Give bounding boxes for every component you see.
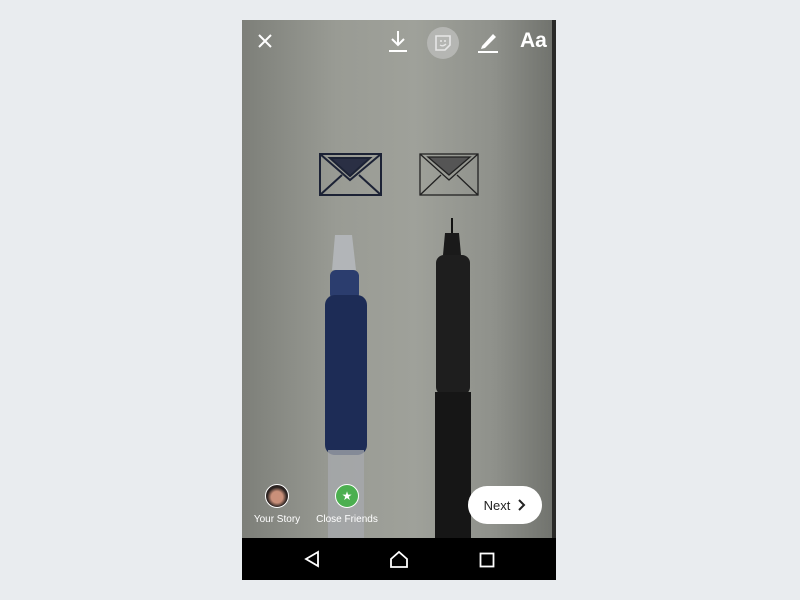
- close-friends-button[interactable]: ★ Close Friends: [307, 484, 387, 525]
- next-label: Next: [483, 497, 511, 513]
- chevron-right-icon: [518, 499, 526, 511]
- black-pen: [435, 218, 471, 538]
- story-editor: Aa Your Story ★ Close Friends Next: [242, 20, 556, 580]
- text-tool-button[interactable]: Aa: [520, 29, 547, 53]
- back-icon[interactable]: [304, 550, 320, 568]
- photo-canvas: [242, 20, 556, 538]
- star-icon: ★: [335, 484, 359, 508]
- sticker-icon: [435, 35, 451, 51]
- download-button[interactable]: [386, 28, 410, 54]
- your-story-label: Your Story: [253, 514, 301, 525]
- your-story-button[interactable]: Your Story: [242, 484, 317, 525]
- close-icon: [258, 34, 272, 48]
- close-button[interactable]: [254, 30, 276, 52]
- download-icon: [389, 31, 407, 52]
- draw-button[interactable]: [476, 28, 500, 54]
- envelope-left: [319, 153, 382, 196]
- android-nav-bar: [242, 538, 556, 580]
- recents-icon[interactable]: [479, 552, 495, 568]
- sticker-button[interactable]: [427, 27, 459, 59]
- avatar: [265, 484, 289, 508]
- pen-icon: [478, 34, 498, 53]
- photo-content: [319, 153, 479, 538]
- next-button[interactable]: Next: [468, 486, 542, 524]
- envelope-right: [419, 153, 479, 196]
- home-icon[interactable]: [389, 550, 409, 568]
- close-friends-label: Close Friends: [316, 514, 378, 525]
